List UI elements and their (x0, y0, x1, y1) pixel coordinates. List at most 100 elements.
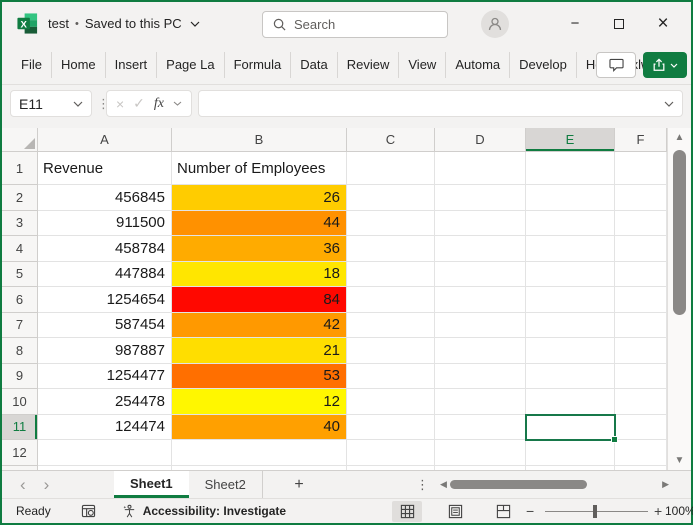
cell-D1[interactable] (435, 152, 526, 185)
cell-F5[interactable] (615, 262, 667, 288)
cancel-icon[interactable]: × (116, 96, 124, 112)
cell-D4[interactable] (435, 236, 526, 262)
cell-B10[interactable]: 12 (172, 389, 347, 415)
cell-E9[interactable] (526, 364, 615, 390)
row-header-7[interactable]: 7 (2, 313, 38, 339)
scroll-left-icon[interactable]: ◀ (440, 471, 447, 498)
cell-E5[interactable] (526, 262, 615, 288)
tab-review[interactable]: Review (338, 52, 400, 78)
title-chevron-down-icon[interactable] (190, 21, 200, 27)
cell-C12[interactable] (347, 440, 435, 466)
fill-handle[interactable] (611, 436, 618, 443)
cell-D6[interactable] (435, 287, 526, 313)
formula-bar-expand-chevron-icon[interactable] (664, 101, 674, 107)
cell-D11[interactable] (435, 415, 526, 441)
row-header-2[interactable]: 2 (2, 185, 38, 211)
cell-B3[interactable]: 44 (172, 211, 347, 237)
cell-F4[interactable] (615, 236, 667, 262)
cell-A7[interactable]: 587454 (38, 313, 172, 339)
row-header-5[interactable]: 5 (2, 262, 38, 288)
vertical-scrollbar[interactable]: ▲ ▼ (667, 128, 691, 470)
column-header-E[interactable]: E (526, 128, 615, 152)
cell-C10[interactable] (347, 389, 435, 415)
cell-F7[interactable] (615, 313, 667, 339)
cell-E7[interactable] (526, 313, 615, 339)
cell-E4[interactable] (526, 236, 615, 262)
cell-F2[interactable] (615, 185, 667, 211)
accessibility-status[interactable]: Accessibility: Investigate (143, 504, 286, 518)
cell-C1[interactable] (347, 152, 435, 185)
cell-A8[interactable]: 987887 (38, 338, 172, 364)
enter-icon[interactable]: ✓ (133, 95, 145, 112)
search-box[interactable]: Search (262, 11, 448, 38)
cell-C9[interactable] (347, 364, 435, 390)
row-header-9[interactable]: 9 (2, 364, 38, 390)
cell-A2[interactable]: 456845 (38, 185, 172, 211)
cell-D7[interactable] (435, 313, 526, 339)
cell-D10[interactable] (435, 389, 526, 415)
tab-automa[interactable]: Automa (446, 52, 510, 78)
row-header-3[interactable]: 3 (2, 211, 38, 237)
row-header-1[interactable]: 1 (2, 152, 38, 185)
cell-E10[interactable] (526, 389, 615, 415)
maximize-button[interactable] (597, 2, 641, 45)
tab-view[interactable]: View (399, 52, 446, 78)
zoom-slider-thumb[interactable] (593, 505, 597, 518)
cell-E1[interactable] (526, 152, 615, 185)
cell-F12[interactable] (615, 440, 667, 466)
cell-B11[interactable]: 40 (172, 415, 347, 441)
cell-B12[interactable] (172, 440, 347, 466)
scroll-right-icon[interactable]: ▶ (662, 471, 669, 498)
tab-data[interactable]: Data (291, 52, 337, 78)
cell-F8[interactable] (615, 338, 667, 364)
cell-C5[interactable] (347, 262, 435, 288)
cell-C8[interactable] (347, 338, 435, 364)
insert-function-icon[interactable]: fx (154, 96, 164, 112)
row-header-12[interactable]: 12 (2, 440, 38, 466)
row-header-4[interactable]: 4 (2, 236, 38, 262)
sheet-nav-right-icon[interactable]: › (44, 475, 50, 495)
row-header-8[interactable]: 8 (2, 338, 38, 364)
cell-E11[interactable] (526, 415, 615, 441)
excel-app-icon[interactable]: X (16, 12, 39, 35)
cell-E2[interactable] (526, 185, 615, 211)
cell-B4[interactable]: 36 (172, 236, 347, 262)
cell-A10[interactable]: 254478 (38, 389, 172, 415)
vertical-scrollbar-thumb[interactable] (673, 150, 686, 315)
cell-A3[interactable]: 911500 (38, 211, 172, 237)
share-button[interactable] (643, 52, 687, 78)
cell-B8[interactable]: 21 (172, 338, 347, 364)
cell-D2[interactable] (435, 185, 526, 211)
column-header-A[interactable]: A (38, 128, 172, 152)
column-header-D[interactable]: D (435, 128, 526, 152)
cell-F3[interactable] (615, 211, 667, 237)
column-header-B[interactable]: B (172, 128, 347, 152)
view-page-layout-button[interactable] (440, 501, 470, 522)
cell-D12[interactable] (435, 440, 526, 466)
cell-B6[interactable]: 84 (172, 287, 347, 313)
cell-F6[interactable] (615, 287, 667, 313)
cell-D9[interactable] (435, 364, 526, 390)
name-box[interactable]: E11 (10, 90, 92, 117)
cell-A6[interactable]: 1254654 (38, 287, 172, 313)
cell-B2[interactable]: 26 (172, 185, 347, 211)
sheet-nav-left-icon[interactable]: ‹ (20, 475, 26, 495)
select-all-corner[interactable] (2, 128, 38, 152)
cell-D8[interactable] (435, 338, 526, 364)
minimize-button[interactable]: − (553, 2, 597, 45)
zoom-in-button[interactable]: + (654, 503, 662, 519)
cell-D3[interactable] (435, 211, 526, 237)
row-header-6[interactable]: 6 (2, 287, 38, 313)
tab-develop[interactable]: Develop (510, 52, 577, 78)
tab-formula[interactable]: Formula (225, 52, 292, 78)
sheet-tab-sheet1[interactable]: Sheet1 (114, 471, 189, 498)
cell-A5[interactable]: 447884 (38, 262, 172, 288)
zoom-level[interactable]: 100% (665, 504, 693, 518)
view-page-break-button[interactable] (488, 501, 518, 522)
cell-F1[interactable] (615, 152, 667, 185)
add-sheet-button[interactable]: + (287, 471, 311, 498)
cell-B9[interactable]: 53 (172, 364, 347, 390)
sheet-tab-sheet2[interactable]: Sheet2 (189, 471, 263, 498)
tab-home[interactable]: Home (52, 52, 106, 78)
cell-C4[interactable] (347, 236, 435, 262)
